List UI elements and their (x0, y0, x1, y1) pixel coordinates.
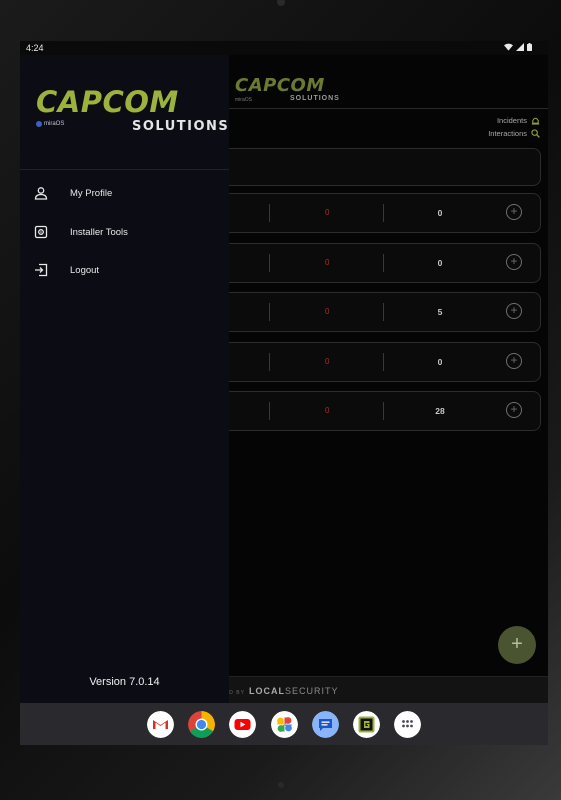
menu-item-label: Logout (70, 265, 100, 276)
row-divider (383, 303, 384, 321)
drawer-logo-sub: SOLUTIONS (132, 119, 230, 134)
drawer-logo-mira-text: miraOS (44, 121, 65, 127)
row-incident-count: 0 (325, 258, 330, 267)
gear-icon (34, 225, 48, 239)
menu-item-label: Installer Tools (70, 227, 128, 238)
menu-item-label: My Profile (70, 188, 113, 199)
add-icon[interactable]: + (506, 402, 522, 418)
menu-item-logout[interactable]: Logout (20, 255, 229, 285)
row-incident-count: 0 (325, 406, 330, 415)
menu-item-my-profile[interactable]: My Profile (20, 178, 229, 208)
row-interaction-count: 0 (437, 357, 443, 367)
drawer-header: CAPCOM SOLUTIONS miraOS (20, 55, 229, 170)
front-camera (277, 0, 285, 6)
row-incident-count: 0 (325, 357, 330, 366)
add-icon[interactable]: + (506, 204, 522, 220)
battery-icon (527, 43, 532, 51)
person-icon (34, 187, 48, 200)
site-row[interactable]: 0 0 + (216, 243, 541, 283)
wifi-icon (504, 43, 513, 51)
site-row[interactable]: 0 5 + (216, 292, 541, 332)
messages-icon[interactable] (312, 711, 339, 738)
drawer-logo-word: CAPCOM (36, 85, 179, 119)
status-time: 4:24 (26, 43, 44, 53)
bottom-sensor (278, 782, 284, 788)
chrome-icon[interactable] (188, 711, 215, 738)
magnifier-icon (531, 129, 540, 138)
row-divider (269, 254, 270, 272)
app-logo-sub: SOLUTIONS (290, 95, 340, 102)
gmail-icon[interactable] (147, 711, 174, 738)
row-interaction-count: 5 (437, 307, 443, 317)
legend-incidents: Incidents (497, 116, 540, 125)
row-interaction-count: 0 (437, 208, 443, 218)
status-icons (504, 43, 532, 51)
row-divider (383, 402, 384, 420)
footer-text: ERED BY LOCALSECURITY (216, 686, 338, 696)
add-fab-button[interactable]: + (498, 626, 536, 664)
row-divider (269, 303, 270, 321)
photos-icon[interactable] (271, 711, 298, 738)
site-row[interactable]: 0 0 + (216, 342, 541, 382)
footer-brand-rest: SECURITY (284, 686, 339, 696)
site-row[interactable]: 0 0 + (216, 193, 541, 233)
drawer-logo-mira: miraOS (36, 121, 64, 127)
app-logo-mira: miraOS (235, 97, 252, 103)
menu-item-installer-tools[interactable]: Installer Tools (20, 217, 229, 247)
status-bar: 4:24 (20, 41, 548, 55)
row-divider (383, 204, 384, 222)
capcom-app-icon[interactable] (353, 711, 380, 738)
app-logo: CAPCOM SOLUTIONS miraOS (235, 75, 339, 103)
row-divider (383, 353, 384, 371)
navigation-drawer: CAPCOM SOLUTIONS miraOS My Profile Insta… (20, 55, 229, 703)
miraos-logo-icon (36, 121, 42, 127)
legend-interactions-label: Interactions (488, 129, 527, 138)
row-interaction-count: 28 (435, 406, 445, 416)
device-screen: 4:24 CAPCOM SOLUTIONS miraOS Incidents I… (20, 41, 548, 745)
row-incident-count: 0 (325, 208, 330, 217)
row-interaction-count: 0 (437, 258, 443, 268)
add-icon[interactable]: + (506, 254, 522, 270)
legend-incidents-label: Incidents (496, 116, 527, 125)
site-row[interactable]: 0 28 + (216, 391, 541, 431)
app-version: Version 7.0.14 (89, 676, 160, 688)
row-incident-count: 0 (325, 307, 330, 316)
add-icon[interactable]: + (506, 303, 522, 319)
app-dock (20, 703, 548, 745)
footer-brand-bold: LOCAL (248, 686, 285, 696)
logout-icon (35, 263, 48, 277)
siren-icon (531, 117, 540, 125)
summary-card[interactable] (216, 148, 541, 186)
youtube-icon[interactable] (229, 711, 256, 738)
app-drawer-icon[interactable] (394, 711, 421, 738)
row-divider (269, 204, 270, 222)
row-divider (269, 353, 270, 371)
row-divider (269, 402, 270, 420)
drawer-logo: CAPCOM SOLUTIONS miraOS (36, 85, 228, 134)
add-icon[interactable]: + (506, 353, 522, 369)
app-logo-word: CAPCOM (235, 75, 325, 96)
row-divider (383, 254, 384, 272)
signal-icon (516, 43, 524, 51)
legend-interactions: Interactions (488, 129, 540, 138)
